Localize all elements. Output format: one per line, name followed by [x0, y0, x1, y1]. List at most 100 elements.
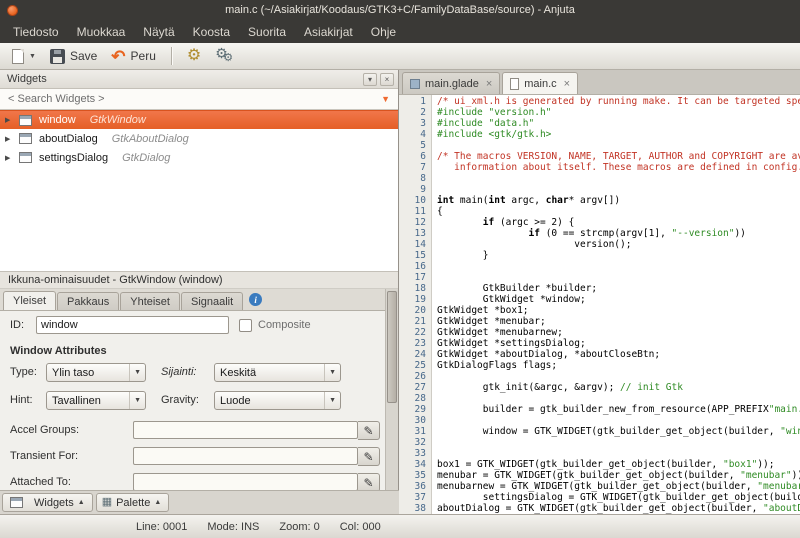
- tab-yhteiset[interactable]: Yhteiset: [120, 292, 180, 310]
- widget-type: GtkWindow: [90, 114, 146, 126]
- composite-label: Composite: [258, 316, 311, 335]
- id-label: ID:: [10, 316, 24, 335]
- preferences-button[interactable]: ⚙⚙: [208, 45, 242, 68]
- code-line: [437, 371, 800, 382]
- undo-button[interactable]: ↶ Peru: [104, 45, 163, 68]
- code-line: int main(int argc, char* argv[]): [437, 195, 800, 206]
- menu-item-asiakirjat[interactable]: Asiakirjat: [295, 21, 362, 43]
- dock-palette-button[interactable]: ▦ Palette ▲: [96, 493, 170, 512]
- glade-file-icon: [410, 79, 420, 89]
- gears-icon: ⚙⚙: [215, 47, 235, 65]
- chevron-down-icon: ▼: [129, 364, 145, 381]
- save-button[interactable]: Save: [43, 45, 104, 68]
- code-line: GtkWidget *box1;: [437, 305, 800, 316]
- widget-tree: ▶windowGtkWindow▶aboutDialogGtkAboutDial…: [0, 110, 398, 201]
- panel-close-button[interactable]: ×: [380, 73, 394, 86]
- save-icon: [50, 49, 65, 64]
- build-button[interactable]: ⚙: [180, 45, 208, 68]
- menu-item-tiedosto[interactable]: Tiedosto: [4, 21, 68, 43]
- window-close-button[interactable]: [7, 5, 18, 16]
- accel-groups-label: Accel Groups:: [10, 421, 79, 440]
- scrollbar-thumb[interactable]: [387, 291, 397, 403]
- code-line: box1 = GTK_WIDGET(gtk_builder_get_object…: [437, 459, 800, 470]
- line-number-gutter: 1 2 3 4 5 6 7 8 9 10 11 12 13 14 15 16 1…: [399, 95, 432, 514]
- undo-label: Peru: [131, 49, 156, 63]
- transient-for-edit-button[interactable]: ✎: [358, 447, 380, 466]
- tree-row-window[interactable]: ▶ window GtkWindow: [0, 110, 398, 129]
- editor-tab-main.c[interactable]: main.c×: [502, 72, 578, 94]
- code-line: GtkBuilder *builder;: [437, 283, 800, 294]
- code-line: if (0 == strcmp(argv[1], "--version")): [437, 228, 800, 239]
- id-input[interactable]: window: [36, 316, 229, 334]
- widget-name: window: [39, 114, 76, 126]
- code-line: [437, 184, 800, 195]
- widget-search-input[interactable]: < Search Widgets > ▼: [0, 89, 398, 110]
- widget-icon: [19, 115, 32, 126]
- expander-icon[interactable]: ▶: [5, 135, 17, 143]
- pencil-icon: ✎: [363, 450, 373, 464]
- menu-item-koosta[interactable]: Koosta: [184, 21, 239, 43]
- chevron-down-icon[interactable]: ▼: [29, 53, 36, 60]
- code-line: [437, 272, 800, 283]
- search-chevron-icon[interactable]: ▼: [381, 94, 390, 104]
- tab-yleiset[interactable]: Yleiset: [3, 291, 56, 310]
- code-line: version();: [437, 239, 800, 250]
- menu-item-muokkaa[interactable]: Muokkaa: [68, 21, 135, 43]
- statusbar: Line: 0001Mode: INSZoom: 0Col: 000: [0, 514, 800, 538]
- code-line: builder = gtk_builder_new_from_resource(…: [437, 404, 800, 415]
- status-item: Col: 000: [340, 521, 381, 533]
- chevron-up-icon: ▲: [154, 499, 161, 506]
- tree-row-settingsDialog[interactable]: ▶settingsDialogGtkDialog: [0, 148, 398, 167]
- close-icon[interactable]: ×: [486, 78, 492, 90]
- expander-icon[interactable]: ▶: [5, 116, 17, 124]
- accel-groups-input[interactable]: [133, 421, 358, 439]
- hint-combobox[interactable]: Tavallinen▼: [46, 391, 146, 410]
- editor-tab-main.glade[interactable]: main.glade×: [402, 72, 500, 94]
- dock-widgets-button[interactable]: Widgets ▲: [2, 493, 93, 512]
- expander-icon[interactable]: ▶: [5, 154, 17, 162]
- gravity-combobox[interactable]: Luode▼: [214, 391, 341, 410]
- position-combobox[interactable]: Keskitä▼: [214, 363, 341, 382]
- widget-tree-empty-area: [0, 201, 398, 271]
- code-line: window = GTK_WIDGET(gtk_builder_get_obje…: [437, 426, 800, 437]
- code-area[interactable]: /* ui_xml.h is generated by running make…: [437, 95, 800, 514]
- composite-checkbox[interactable]: [239, 319, 252, 332]
- menu-item-ohje[interactable]: Ohje: [362, 21, 405, 43]
- widget-name: aboutDialog: [39, 133, 98, 145]
- panel-minimize-button[interactable]: ▾: [363, 73, 377, 86]
- code-line: GtkWidget *settingsDialog;: [437, 338, 800, 349]
- widgets-panel: Widgets ▾ × < Search Widgets > ▼ ▶window…: [0, 70, 399, 514]
- code-line: aboutDialog = GTK_WIDGET(gtk_builder_get…: [437, 503, 800, 514]
- pencil-icon: ✎: [363, 424, 373, 438]
- attached-to-input[interactable]: [133, 473, 358, 491]
- chevron-down-icon: ▼: [324, 364, 340, 381]
- code-line: [437, 140, 800, 151]
- close-icon[interactable]: ×: [564, 78, 570, 90]
- new-file-button[interactable]: ▼: [5, 45, 43, 68]
- c-file-icon: [510, 78, 519, 90]
- menubar: TiedostoMuokkaaNäytäKoostaSuoritaAsiakir…: [0, 21, 800, 43]
- code-line: gtk_init(&argc, &argv); // init Gtk: [437, 382, 800, 393]
- code-line: information about itself. These macros a…: [437, 162, 800, 173]
- type-combobox[interactable]: Ylin taso▼: [46, 363, 146, 382]
- code-line: {: [437, 206, 800, 217]
- transient-for-input[interactable]: [133, 447, 358, 465]
- anjuta-window: main.c (~/Asiakirjat/Koodaus/GTK3+C/Fami…: [0, 0, 800, 538]
- tree-row-aboutDialog[interactable]: ▶aboutDialogGtkAboutDialog: [0, 129, 398, 148]
- tab-pakkaus[interactable]: Pakkaus: [57, 292, 119, 310]
- tab-signaalit[interactable]: Signaalit: [181, 292, 243, 310]
- properties-tabs: YleisetPakkausYhteisetSignaalit i: [0, 289, 398, 311]
- code-line: GtkWidget *menubarnew;: [437, 327, 800, 338]
- transient-for-label: Transient For:: [10, 447, 78, 466]
- hint-label: Hint:: [10, 391, 33, 410]
- code-line: [437, 448, 800, 459]
- gravity-label: Gravity:: [161, 391, 199, 410]
- menu-item-suorita[interactable]: Suorita: [239, 21, 295, 43]
- menu-item-näytä[interactable]: Näytä: [134, 21, 183, 43]
- status-item: Zoom: 0: [279, 521, 319, 533]
- code-line: GtkWidget *aboutDialog, *aboutCloseBtn;: [437, 349, 800, 360]
- accel-groups-edit-button[interactable]: ✎: [358, 421, 380, 440]
- chevron-up-icon: ▲: [78, 499, 85, 506]
- window-icon: [10, 497, 23, 508]
- info-icon[interactable]: i: [249, 293, 262, 306]
